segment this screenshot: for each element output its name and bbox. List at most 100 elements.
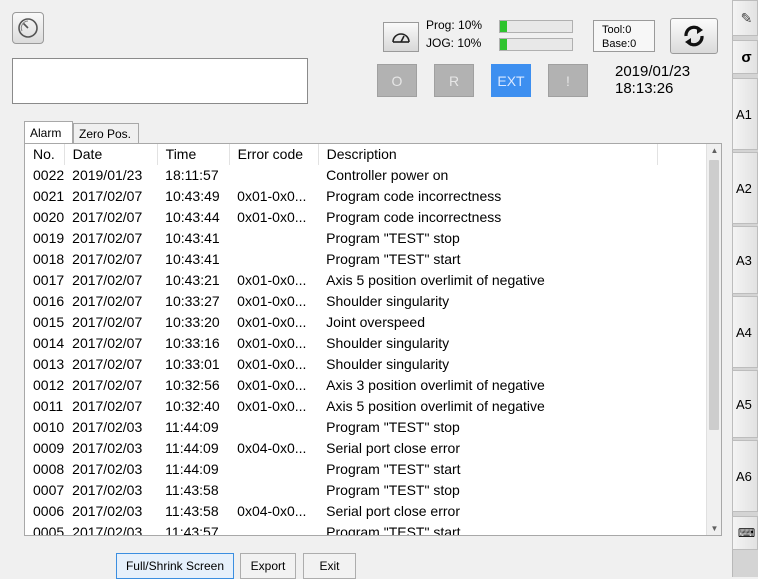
- refresh-icon: [684, 25, 704, 47]
- status-alert-button[interactable]: !: [548, 64, 588, 97]
- table-row[interactable]: 0006 2017/02/03 11:43:58 0x04-0x0... Serial …: [25, 501, 706, 522]
- table-cell: 10:33:01: [165, 356, 220, 372]
- table-row[interactable]: 0010 2017/02/03 11:44:09 Program "TEST" sto…: [25, 417, 706, 438]
- table-cell: Controller power on: [326, 167, 449, 183]
- table-cell: 0x04-0x0...: [237, 503, 307, 519]
- table-cell-empty: [657, 480, 706, 501]
- robot-mode-icon: σ: [741, 48, 752, 66]
- column-header[interactable]: Date: [64, 144, 158, 165]
- table-row[interactable]: 0015 2017/02/07 10:33:20 0x01-0x0... Joint o…: [25, 312, 706, 333]
- table-cell: 0x01-0x0...: [237, 335, 307, 351]
- table-cell-empty: [657, 396, 706, 417]
- table-cell: 0021: [33, 188, 65, 204]
- prog-speed-label: Prog: 10%: [426, 18, 483, 32]
- table-cell: Shoulder singularity: [326, 356, 450, 372]
- table-cell: 11:44:09: [165, 419, 219, 435]
- table-cell: Axis 5 position overlimit of negative: [326, 272, 545, 288]
- date-text: 2019/01/23: [615, 63, 691, 80]
- table-row[interactable]: 0011 2017/02/07 10:32:40 0x01-0x0... Axis 5 …: [25, 396, 706, 417]
- axis-a5-button[interactable]: A5: [732, 370, 758, 438]
- scrollbar-thumb[interactable]: [709, 160, 719, 430]
- table-row[interactable]: 0008 2017/02/03 11:44:09 Program "TEST" sta…: [25, 459, 706, 480]
- table-cell: 2017/02/03: [72, 503, 143, 519]
- status-o-button[interactable]: O: [377, 64, 417, 97]
- table-cell: 0015: [33, 314, 65, 330]
- table-cell: 0x01-0x0...: [237, 398, 307, 414]
- table-cell: Joint overspeed: [326, 314, 425, 330]
- table-cell: 0x01-0x0...: [237, 314, 307, 330]
- datetime-display: 2019/01/23 18:13:26: [615, 63, 690, 97]
- column-header[interactable]: Time: [157, 144, 230, 165]
- exit-button[interactable]: Exit: [303, 553, 356, 579]
- table-cell: Program "TEST" stop: [326, 482, 460, 498]
- table-cell: 11:44:09: [165, 461, 219, 477]
- sync-button[interactable]: [670, 18, 718, 54]
- scroll-down-icon[interactable]: ▼: [707, 524, 722, 533]
- table-cell: 0019: [33, 230, 65, 246]
- tools-icon-button[interactable]: ✎: [732, 0, 758, 36]
- axis-a2-button[interactable]: A2: [732, 152, 758, 224]
- tab-alarm[interactable]: Alarm: [24, 121, 73, 144]
- table-cell: Program code incorrectness: [326, 209, 502, 225]
- table-cell: 11:43:58: [165, 482, 219, 498]
- table-row[interactable]: 0012 2017/02/07 10:32:56 0x01-0x0... Axis 3 …: [25, 375, 706, 396]
- table-cell: 10:43:21: [165, 272, 220, 288]
- column-header[interactable]: Description: [318, 144, 658, 165]
- table-cell: 0x01-0x0...: [237, 209, 307, 225]
- table-cell: 11:44:09: [165, 440, 219, 456]
- table-cell: Serial port close error: [326, 503, 460, 519]
- table-cell: Axis 5 position overlimit of negative: [326, 398, 545, 414]
- scroll-up-icon[interactable]: ▲: [707, 146, 722, 155]
- table-cell: 0006: [33, 503, 65, 519]
- table-cell: [229, 417, 318, 438]
- table-cell-empty: [657, 249, 706, 270]
- table-cell: 2017/02/03: [72, 482, 143, 498]
- table-cell: 0x04-0x0...: [237, 440, 307, 456]
- table-row[interactable]: 0019 2017/02/07 10:43:41 Program "TEST" sto…: [25, 228, 706, 249]
- table-header-row: No. Date Time Error code Description: [25, 144, 707, 165]
- table-cell: Shoulder singularity: [326, 335, 450, 351]
- status-ext-button[interactable]: EXT: [491, 64, 531, 97]
- table-row[interactable]: 0020 2017/02/07 10:43:44 0x01-0x0... Program…: [25, 207, 706, 228]
- full-shrink-screen-button[interactable]: Full/Shrink Screen: [116, 553, 234, 579]
- table-cell: 0012: [33, 377, 65, 393]
- table-cell: 10:33:16: [165, 335, 220, 351]
- axis-a6-button[interactable]: A6: [732, 440, 758, 512]
- time-text: 18:13:26: [615, 80, 674, 97]
- table-cell: 11:43:58: [165, 503, 219, 519]
- table-cell: 0010: [33, 419, 65, 435]
- keyboard-button[interactable]: ⌨: [732, 516, 758, 550]
- status-r-button[interactable]: R: [434, 64, 474, 97]
- table-cell: 0007: [33, 482, 65, 498]
- table-cell: [229, 480, 318, 501]
- axis-a1-button[interactable]: A1: [732, 78, 758, 150]
- table-row[interactable]: 0021 2017/02/07 10:43:49 0x01-0x0... Program…: [25, 186, 706, 207]
- axis-a4-button[interactable]: A4: [732, 296, 758, 368]
- table-row[interactable]: 0013 2017/02/07 10:33:01 0x01-0x0... Shoulde…: [25, 354, 706, 375]
- table-row[interactable]: 0022 2019/01/23 18:11:57 Controller power o…: [25, 165, 706, 186]
- table-cell-empty: [657, 270, 706, 291]
- column-header[interactable]: No.: [25, 144, 65, 165]
- vertical-scrollbar[interactable]: ▲ ▼: [706, 144, 721, 535]
- table-row[interactable]: 0005 2017/02/03 11:43:57 Program "TEST" sta…: [25, 522, 706, 536]
- mode-icon-button[interactable]: σ: [732, 40, 758, 74]
- table-row[interactable]: 0009 2017/02/03 11:44:09 0x04-0x0... Serial …: [25, 438, 706, 459]
- jog-speed-fill: [500, 39, 508, 50]
- table-row[interactable]: 0007 2017/02/03 11:43:58 Program "TEST" sto…: [25, 480, 706, 501]
- table-row[interactable]: 0018 2017/02/07 10:43:41 Program "TEST" sta…: [25, 249, 706, 270]
- axis-a3-button[interactable]: A3: [732, 226, 758, 294]
- tab-zero-pos[interactable]: Zero Pos.: [73, 123, 139, 143]
- table-cell: 11:43:57: [165, 524, 219, 536]
- export-button[interactable]: Export: [240, 553, 296, 579]
- tool-base-button[interactable]: Tool:0 Base:0: [593, 20, 655, 52]
- column-header[interactable]: Error code: [229, 144, 319, 165]
- table-cell: 10:33:20: [165, 314, 220, 330]
- table-row[interactable]: 0017 2017/02/07 10:43:21 0x01-0x0... Axis 5 …: [25, 270, 706, 291]
- speed-button[interactable]: [383, 22, 419, 52]
- alarm-table: No. Date Time Error code Description 002…: [24, 143, 722, 536]
- controller-logo-button[interactable]: [12, 12, 44, 44]
- table-row[interactable]: 0014 2017/02/07 10:33:16 0x01-0x0... Shoulde…: [25, 333, 706, 354]
- table-row[interactable]: 0016 2017/02/07 10:33:27 0x01-0x0... Shoulde…: [25, 291, 706, 312]
- tools-icon: ✎: [740, 9, 753, 26]
- table-cell: 18:11:57: [165, 167, 219, 183]
